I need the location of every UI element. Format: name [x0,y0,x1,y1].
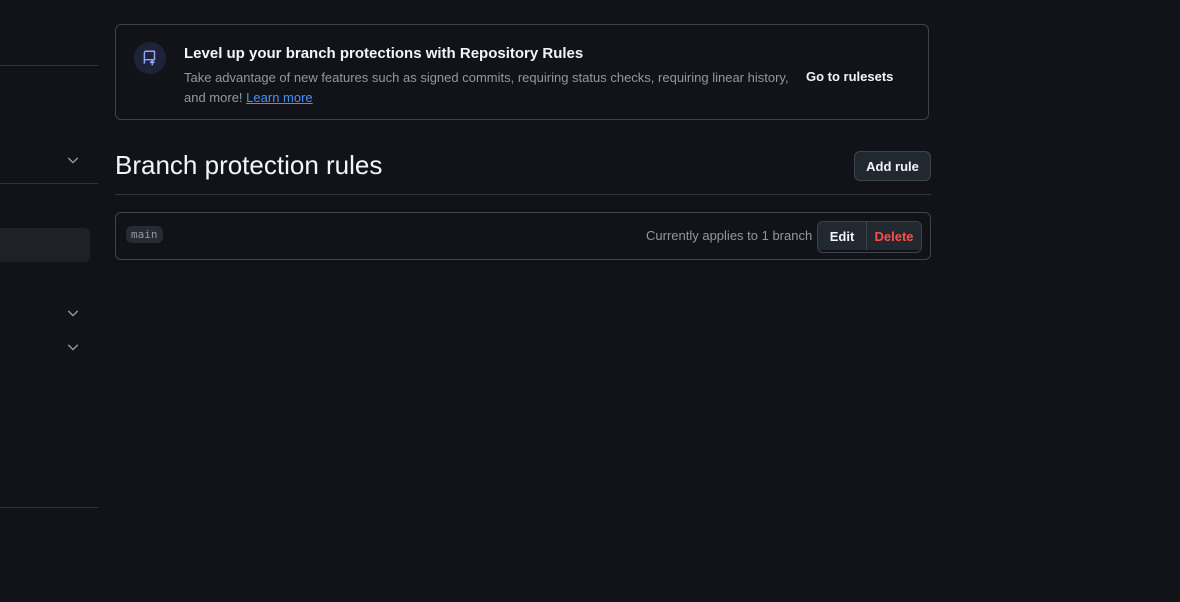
page: Level up your branch protections with Re… [0,0,1180,602]
repository-rules-banner: Level up your branch protections with Re… [115,24,929,120]
sidebar-divider [0,507,98,508]
chevron-down-icon[interactable] [66,306,80,320]
add-rule-button[interactable]: Add rule [854,151,931,181]
applies-count-text: Currently applies to 1 branch [646,228,813,243]
banner-title: Level up your branch protections with Re… [184,45,584,62]
repo-push-icon [134,42,166,74]
go-to-rulesets-button[interactable]: Go to rulesets [806,69,893,84]
branch-name-pattern: main [126,226,163,243]
page-title: Branch protection rules [115,150,383,180]
sidebar-divider [0,65,98,66]
chevron-down-icon[interactable] [66,340,80,354]
banner-description: Take advantage of new features such as s… [184,68,799,108]
branch-rule-row: main Currently applies to 1 branch Edit … [115,212,931,260]
heading-divider [115,194,931,195]
learn-more-link[interactable]: Learn more [246,90,312,105]
chevron-down-icon[interactable] [66,153,80,167]
delete-button[interactable]: Delete [867,222,921,250]
sidebar-item-active[interactable] [0,228,90,262]
rule-actions: Edit Delete [817,221,922,253]
sidebar-divider [0,183,98,184]
edit-button[interactable]: Edit [818,222,867,250]
